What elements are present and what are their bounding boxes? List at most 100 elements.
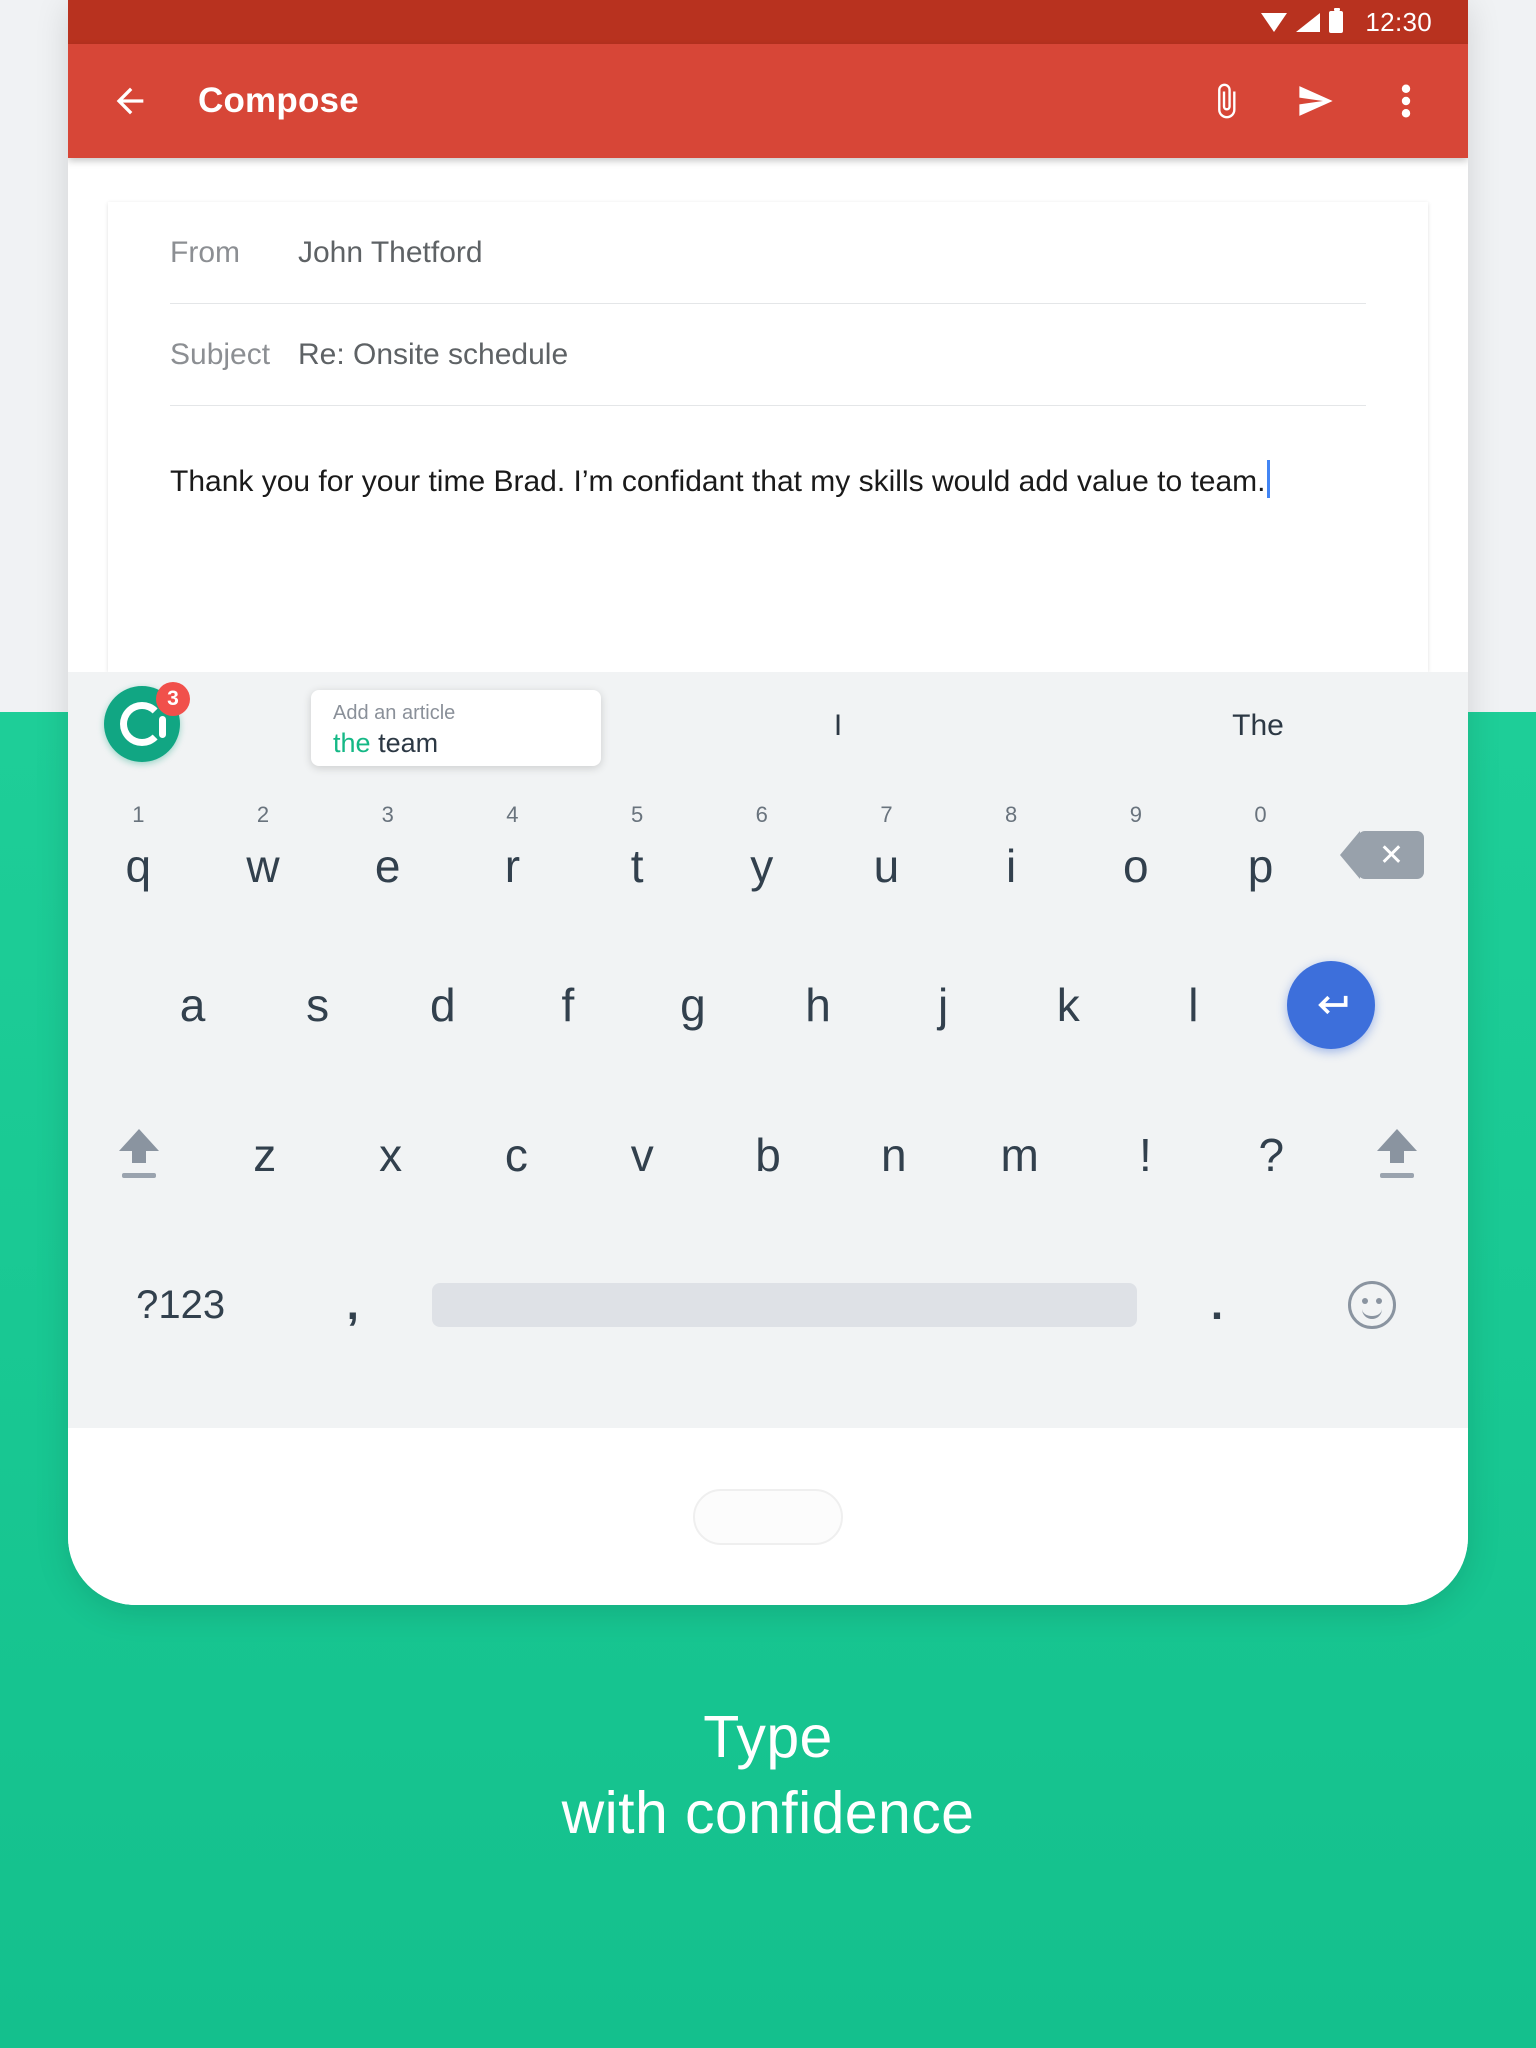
- key-shift-left[interactable]: [76, 1080, 202, 1230]
- key-emoji[interactable]: [1284, 1230, 1460, 1380]
- key-b[interactable]: b: [705, 1080, 831, 1230]
- key-i-label: i: [1006, 840, 1017, 892]
- key-p-number: 0: [1254, 802, 1267, 827]
- key-f[interactable]: f: [505, 930, 630, 1080]
- email-body-field[interactable]: Thank you for your time Brad. I’m confid…: [108, 406, 1428, 503]
- subject-field[interactable]: Subject Re: Onsite schedule: [170, 304, 1366, 406]
- from-label: From: [170, 235, 240, 269]
- word-prediction-list: I The: [628, 672, 1468, 780]
- suggestion-context-word: team: [378, 728, 439, 758]
- key-y[interactable]: 6y: [699, 780, 824, 930]
- key-u[interactable]: 7u: [824, 780, 949, 930]
- key-i[interactable]: 8i: [949, 780, 1074, 930]
- key-u-number: 7: [880, 802, 893, 827]
- key-e-number: 3: [381, 802, 394, 827]
- key-s[interactable]: s: [255, 930, 380, 1080]
- key-w-number: 2: [256, 802, 270, 827]
- key-y-label: y: [750, 840, 774, 892]
- key-w[interactable]: 2w: [201, 780, 326, 930]
- key-d[interactable]: d: [380, 930, 505, 1080]
- key-z[interactable]: z: [202, 1080, 328, 1230]
- key-k[interactable]: k: [1006, 930, 1131, 1080]
- emoji-icon: [1348, 1281, 1397, 1329]
- key-f-label: f: [561, 979, 575, 1031]
- key-i-number: 8: [1005, 802, 1018, 827]
- key-a-label: a: [179, 979, 206, 1031]
- status-bar-icons: 12:30: [1261, 7, 1432, 38]
- shift-icon: [118, 1129, 159, 1181]
- key-m-label: m: [1000, 1129, 1039, 1181]
- key-w-label: w: [246, 840, 280, 892]
- key-t-number: 5: [630, 802, 644, 827]
- backspace-icon: ✕: [1340, 831, 1425, 879]
- send-icon[interactable]: [1294, 79, 1338, 123]
- key-c[interactable]: c: [453, 1080, 579, 1230]
- key-question[interactable]: ?: [1208, 1080, 1334, 1230]
- key-backspace[interactable]: ✕: [1323, 780, 1460, 930]
- key-l[interactable]: l: [1131, 930, 1256, 1080]
- grammarly-ring: [120, 702, 164, 746]
- key-t[interactable]: 5t: [575, 780, 700, 930]
- key-x-label: x: [379, 1129, 403, 1181]
- key-comma[interactable]: ,: [285, 1230, 420, 1380]
- from-value: John Thetford: [298, 235, 483, 269]
- paperclip-icon[interactable]: [1204, 79, 1248, 123]
- key-exclamation-label: !: [1139, 1129, 1152, 1181]
- grammarly-logo-button[interactable]: 3: [104, 682, 190, 768]
- enter-key-icon: [1286, 961, 1375, 1049]
- key-v-label: v: [630, 1129, 654, 1181]
- key-e-label: e: [374, 840, 401, 892]
- key-numeric-label: ?123: [136, 1282, 226, 1327]
- key-j[interactable]: j: [881, 930, 1006, 1080]
- key-n-label: n: [881, 1129, 907, 1181]
- key-l-label: l: [1188, 979, 1199, 1031]
- key-q[interactable]: 1q: [76, 780, 201, 930]
- key-k-label: k: [1056, 979, 1080, 1031]
- key-m[interactable]: m: [957, 1080, 1083, 1230]
- key-g[interactable]: g: [630, 930, 755, 1080]
- key-j-label: j: [938, 979, 949, 1031]
- key-q-number: 1: [132, 802, 145, 827]
- key-r[interactable]: 4r: [450, 780, 575, 930]
- key-period-label: .: [1210, 1280, 1224, 1329]
- key-n[interactable]: n: [831, 1080, 957, 1230]
- promo-tagline: Type with confidence: [0, 1700, 1536, 1851]
- home-indicator[interactable]: [693, 1488, 843, 1545]
- key-t-label: t: [630, 840, 644, 892]
- app-bar-actions: [1204, 79, 1428, 123]
- key-o-number: 9: [1129, 802, 1142, 827]
- app-bar: Compose: [68, 44, 1468, 158]
- key-v[interactable]: v: [579, 1080, 705, 1230]
- key-h[interactable]: h: [755, 930, 880, 1080]
- key-numeric-switch[interactable]: ?123: [76, 1230, 285, 1380]
- key-p[interactable]: 0p: [1198, 780, 1323, 930]
- from-field[interactable]: From John Thetford: [170, 202, 1366, 304]
- word-suggestion-1[interactable]: I: [628, 709, 1048, 743]
- key-a[interactable]: a: [130, 930, 255, 1080]
- key-enter[interactable]: [1256, 930, 1406, 1080]
- back-arrow-icon[interactable]: [108, 79, 152, 123]
- subject-label: Subject: [170, 337, 271, 371]
- shift-icon: [1377, 1129, 1418, 1181]
- keyboard-row-2: a s d f g h j k l: [76, 930, 1460, 1080]
- key-period[interactable]: .: [1149, 1230, 1284, 1380]
- suggestion-correction-row: the team: [333, 727, 579, 759]
- overflow-menu-icon[interactable]: [1384, 79, 1428, 123]
- key-o-label: o: [1123, 840, 1149, 892]
- grammarly-suggestion-card[interactable]: Add an article the team: [311, 690, 601, 766]
- suggestion-correction-word: the: [333, 728, 371, 758]
- word-suggestion-2[interactable]: The: [1048, 709, 1468, 743]
- key-shift-right[interactable]: [1334, 1080, 1460, 1230]
- battery-icon: [1329, 8, 1344, 33]
- keyboard-row-4: ?123 , .: [76, 1230, 1460, 1380]
- promo-tagline-line2: with confidence: [561, 1779, 975, 1846]
- status-bar: 12:30: [68, 0, 1468, 44]
- email-body-text: Thank you for your time Brad. I’m confid…: [170, 465, 1266, 498]
- key-exclamation[interactable]: !: [1083, 1080, 1209, 1230]
- key-h-label: h: [805, 979, 831, 1031]
- key-e[interactable]: 3e: [325, 780, 450, 930]
- key-s-label: s: [306, 979, 330, 1031]
- key-space[interactable]: [420, 1230, 1149, 1380]
- key-x[interactable]: x: [328, 1080, 454, 1230]
- key-o[interactable]: 9o: [1073, 780, 1198, 930]
